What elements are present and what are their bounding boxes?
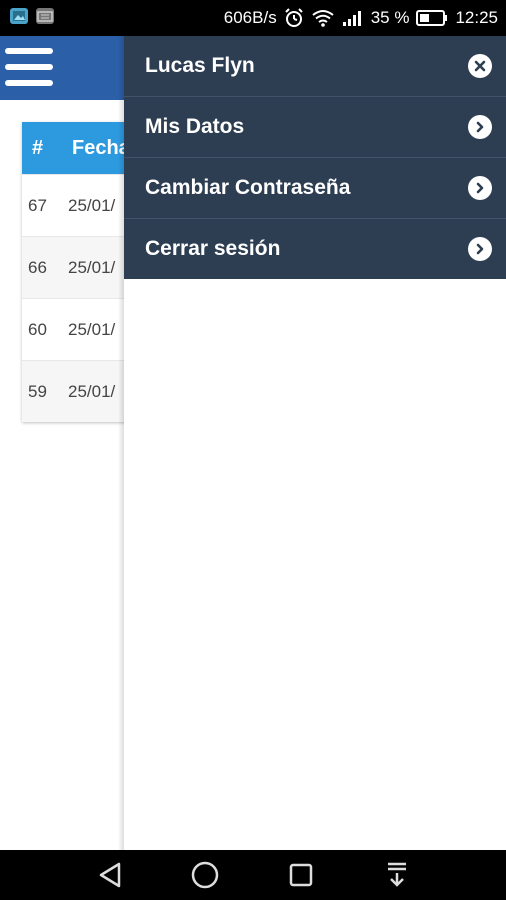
system-nav-bar xyxy=(0,850,506,900)
row-date: 25/01/ xyxy=(68,381,116,401)
back-triangle-icon[interactable] xyxy=(94,859,126,891)
clock-time: 12:25 xyxy=(455,8,498,27)
menu-item-cambiar-contrasena[interactable]: Cambiar Contraseña xyxy=(124,158,506,219)
menu-item-label: Lucas Flyn xyxy=(145,54,255,77)
recents-square-icon[interactable] xyxy=(285,859,317,891)
hamburger-menu-icon[interactable] xyxy=(5,44,55,92)
status-bar: 606B/s 35 % 12:25 xyxy=(0,0,506,36)
close-circle-icon[interactable] xyxy=(468,54,492,78)
row-number: 66 xyxy=(28,257,47,277)
menu-item-label: Cambiar Contraseña xyxy=(145,176,351,199)
menu-item-mis-datos[interactable]: Mis Datos xyxy=(124,97,506,158)
signal-icon xyxy=(342,9,364,27)
notification-pull-icon[interactable] xyxy=(381,859,413,891)
row-number: 67 xyxy=(28,195,47,215)
menu-item-cerrar-sesion[interactable]: Cerrar sesión xyxy=(124,219,506,279)
chevron-right-circle-icon xyxy=(468,237,492,261)
menu-item-label: Cerrar sesión xyxy=(145,237,281,260)
row-number: 60 xyxy=(28,319,47,339)
column-header-number: # xyxy=(32,136,44,159)
home-circle-icon[interactable] xyxy=(189,859,221,891)
battery-level: 35 % xyxy=(370,8,410,27)
alarm-icon xyxy=(284,8,304,28)
row-date: 25/01/ xyxy=(68,257,116,277)
battery-icon xyxy=(416,9,448,27)
drawer-menu: Lucas Flyn Mis Datos Cambiar Contraseña … xyxy=(124,36,506,279)
gallery-icon xyxy=(10,8,28,24)
status-notifications xyxy=(10,8,54,24)
menu-item-user[interactable]: Lucas Flyn xyxy=(124,36,506,97)
chevron-right-circle-icon xyxy=(468,176,492,200)
keyboard-icon xyxy=(36,8,54,24)
network-speed: 606B/s xyxy=(223,8,277,27)
row-date: 25/01/ xyxy=(68,195,116,215)
wifi-icon xyxy=(311,9,335,27)
status-indicators: 606B/s 35 % 12:25 xyxy=(224,0,498,36)
menu-item-label: Mis Datos xyxy=(145,115,245,138)
side-drawer: Lucas Flyn Mis Datos Cambiar Contraseña … xyxy=(124,36,506,850)
row-number: 59 xyxy=(28,381,47,401)
row-date: 25/01/ xyxy=(68,319,116,339)
chevron-right-circle-icon xyxy=(468,115,492,139)
